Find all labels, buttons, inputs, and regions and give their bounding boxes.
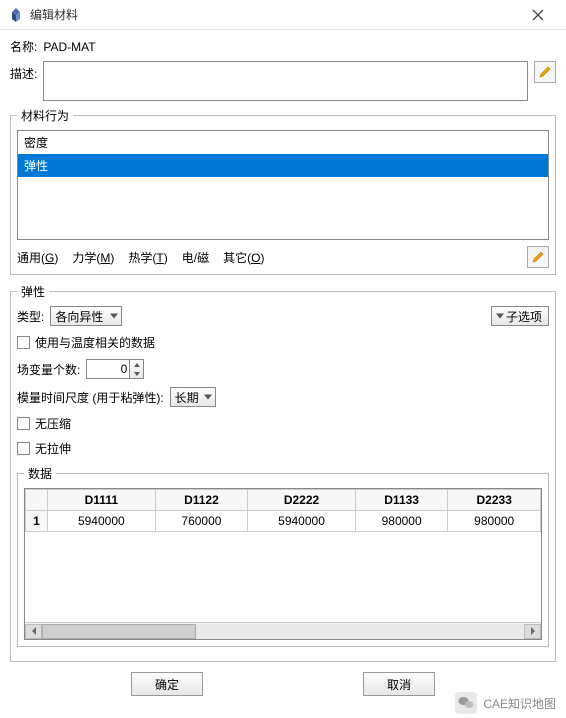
name-row: 名称: PAD-MAT [10, 38, 556, 55]
elasticity-legend: 弹性 [17, 283, 49, 300]
moduli-row: 模量时间尺度 (用于粘弹性): 长期 [17, 387, 549, 407]
moduli-select[interactable]: 长期 [170, 387, 216, 407]
type-select[interactable]: 各向异性 [50, 306, 122, 326]
behavior-item-density[interactable]: 密度 [18, 131, 548, 154]
moduli-value: 长期 [175, 389, 199, 406]
cell-d1122[interactable]: 760000 [155, 511, 248, 532]
name-value: PAD-MAT [43, 40, 95, 54]
field-var-label: 场变量个数: [17, 361, 80, 378]
app-icon [8, 7, 24, 23]
data-table-wrap: D1111 D1122 D2222 D1133 D2233 1 5940000 … [24, 488, 542, 640]
moduli-label: 模量时间尺度 (用于粘弹性): [17, 389, 164, 406]
no-tension-label: 无拉伸 [35, 440, 71, 457]
no-compress-checkbox[interactable] [17, 417, 30, 430]
chevron-right-icon [530, 627, 536, 635]
cancel-button[interactable]: 取消 [363, 672, 435, 696]
field-var-row: 场变量个数: 0 [17, 359, 549, 379]
field-var-input[interactable]: 0 [86, 359, 130, 379]
temp-data-row: 使用与温度相关的数据 [17, 334, 549, 351]
pencil-icon [538, 65, 552, 79]
col-d2233: D2233 [448, 490, 541, 511]
data-legend: 数据 [24, 465, 56, 482]
behavior-item-elasticity[interactable]: 弹性 [18, 154, 548, 177]
material-behavior-legend: 材料行为 [17, 107, 73, 124]
menu-thermal[interactable]: 热学(T) [128, 249, 167, 266]
temp-data-checkbox[interactable] [17, 336, 30, 349]
cell-d1111[interactable]: 5940000 [48, 511, 156, 532]
col-d1133: D1133 [355, 490, 448, 511]
edit-behavior-button[interactable] [527, 246, 549, 268]
scroll-thumb[interactable] [42, 624, 196, 639]
data-table[interactable]: D1111 D1122 D2222 D1133 D2233 1 5940000 … [25, 489, 541, 532]
menu-mechanical[interactable]: 力学(M) [72, 249, 114, 266]
type-row: 类型: 各向异性 子选项 [17, 306, 549, 326]
scroll-right-button[interactable] [524, 624, 541, 639]
behavior-list[interactable]: 密度 弹性 [17, 130, 549, 240]
no-tension-checkbox[interactable] [17, 442, 30, 455]
menu-general[interactable]: 通用(G) [17, 249, 58, 266]
scroll-track[interactable] [42, 624, 524, 639]
field-var-spinner[interactable] [130, 359, 144, 379]
horizontal-scrollbar[interactable] [25, 622, 541, 639]
col-d1122: D1122 [155, 490, 248, 511]
material-behavior-fieldset: 材料行为 密度 弹性 通用(G) 力学(M) 热学(T) 电/磁 其它(O) [10, 107, 556, 275]
col-d1111: D1111 [48, 490, 156, 511]
table-header-row: D1111 D1122 D2222 D1133 D2233 [26, 490, 541, 511]
edit-description-button[interactable] [534, 61, 556, 83]
watermark: CAE知识地图 [455, 692, 556, 714]
watermark-text: CAE知识地图 [483, 695, 556, 712]
behavior-menu-row: 通用(G) 力学(M) 热学(T) 电/磁 其它(O) [17, 246, 549, 268]
sub-option-button[interactable]: 子选项 [491, 306, 549, 326]
no-compress-label: 无压缩 [35, 415, 71, 432]
col-d2222: D2222 [248, 490, 356, 511]
menu-other[interactable]: 其它(O) [223, 249, 264, 266]
chevron-left-icon [31, 627, 37, 635]
titlebar: 编辑材料 [0, 0, 566, 30]
temp-data-label: 使用与温度相关的数据 [35, 334, 155, 351]
rowhead-blank [26, 490, 48, 511]
ok-button[interactable]: 确定 [131, 672, 203, 696]
spinner-up-icon[interactable] [130, 360, 143, 369]
no-tension-row: 无拉伸 [17, 440, 549, 457]
row-index: 1 [26, 511, 48, 532]
table-row[interactable]: 1 5940000 760000 5940000 980000 980000 [26, 511, 541, 532]
elasticity-fieldset: 弹性 类型: 各向异性 子选项 使用与温度相关的数据 场变量个数: 0 [10, 283, 556, 662]
type-value: 各向异性 [55, 308, 103, 325]
wechat-icon [455, 692, 477, 714]
scroll-left-button[interactable] [25, 624, 42, 639]
data-fieldset: 数据 D1111 D1122 D2222 D1133 D2233 1 59400… [17, 465, 549, 647]
spinner-down-icon[interactable] [130, 369, 143, 378]
chevron-down-icon [204, 395, 212, 400]
type-label: 类型: [17, 308, 44, 325]
description-input[interactable] [43, 61, 528, 101]
cell-d2233[interactable]: 980000 [448, 511, 541, 532]
close-button[interactable] [518, 2, 558, 28]
dialog-content: 名称: PAD-MAT 描述: 材料行为 密度 弹性 通用(G) 力学(M) 热… [0, 30, 566, 704]
description-row: 描述: [10, 61, 556, 101]
window-title: 编辑材料 [30, 6, 518, 23]
name-label: 名称: [10, 38, 37, 55]
menu-em[interactable]: 电/磁 [182, 249, 209, 266]
table-empty-area [25, 532, 541, 622]
cell-d1133[interactable]: 980000 [355, 511, 448, 532]
description-label: 描述: [10, 61, 37, 82]
no-compress-row: 无压缩 [17, 415, 549, 432]
cell-d2222[interactable]: 5940000 [248, 511, 356, 532]
chevron-down-icon [110, 314, 118, 319]
pencil-icon [531, 250, 545, 264]
